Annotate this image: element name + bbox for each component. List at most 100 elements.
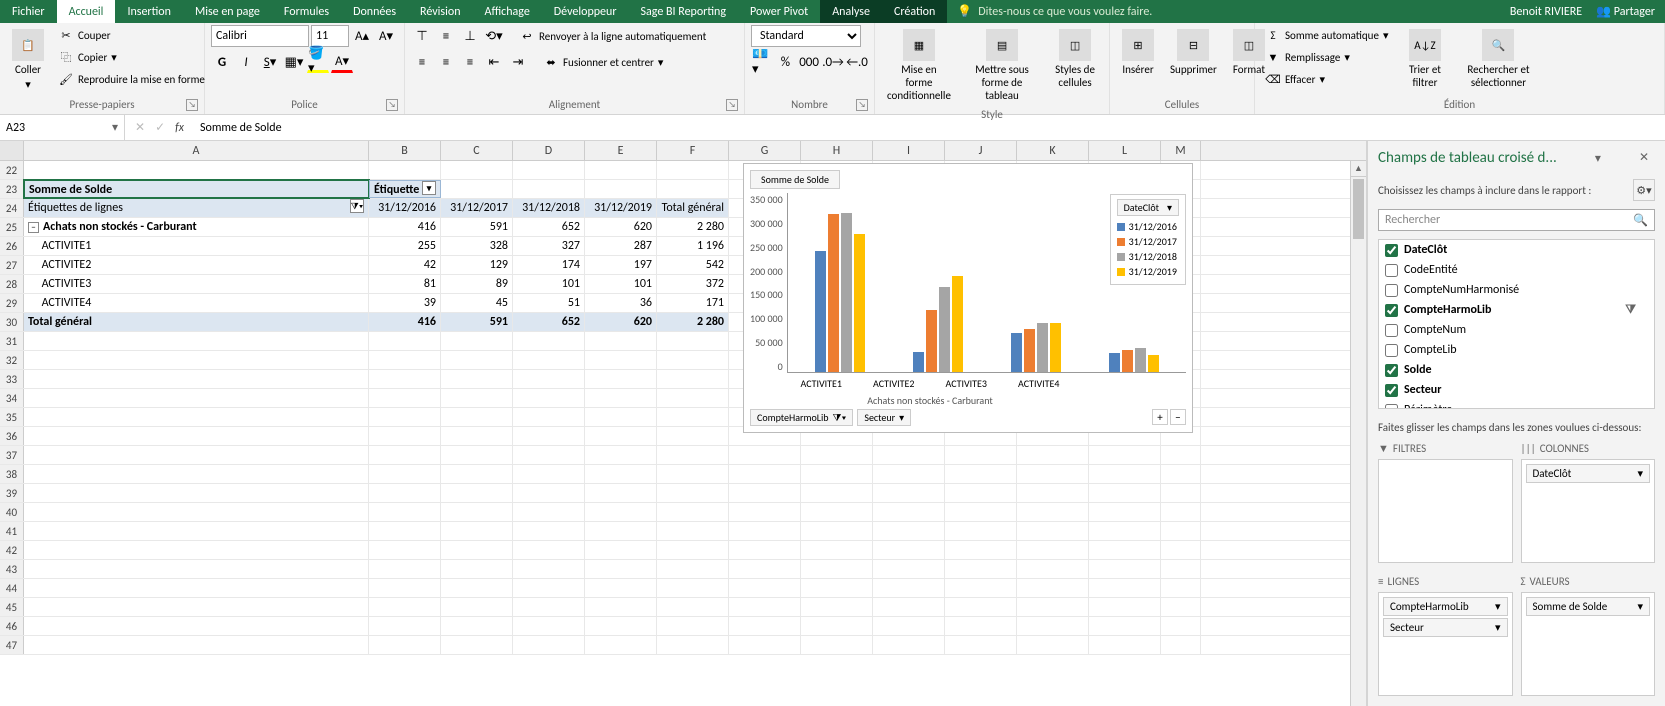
font-size-select[interactable]	[311, 25, 349, 47]
cell[interactable]	[1017, 579, 1089, 597]
cell[interactable]	[1161, 541, 1201, 559]
cell[interactable]	[1161, 579, 1201, 597]
name-box[interactable]: ▾	[0, 115, 125, 140]
cell[interactable]	[945, 541, 1017, 559]
cell[interactable]	[441, 522, 513, 540]
cell[interactable]	[657, 636, 729, 654]
row-field-secteur[interactable]: Secteur▾	[1383, 618, 1508, 637]
cell[interactable]	[873, 598, 945, 616]
field-comptenumharmonisé[interactable]: CompteNumHarmonisé	[1379, 280, 1654, 300]
user-name[interactable]: Benoit RIVIERE	[1510, 5, 1582, 19]
merge-center-button[interactable]: ⬌Fusionner et centrer ▾	[539, 51, 667, 73]
number-format-select[interactable]: Standard	[751, 25, 861, 47]
cell[interactable]: 620	[585, 218, 657, 236]
cell[interactable]	[24, 389, 369, 407]
italic-button[interactable]: I	[235, 51, 257, 73]
row-header[interactable]: 27	[0, 256, 24, 274]
cell[interactable]	[513, 446, 585, 464]
row-header[interactable]: 42	[0, 541, 24, 559]
cell[interactable]	[801, 503, 873, 521]
cell[interactable]	[441, 484, 513, 502]
cell[interactable]	[585, 351, 657, 369]
comma-button[interactable]: 000	[798, 51, 820, 73]
column-field-dateclot[interactable]: DateClôt▾	[1526, 464, 1651, 483]
cell[interactable]	[513, 370, 585, 388]
cell[interactable]: Total général	[657, 199, 729, 217]
sort-filter-button[interactable]: A↓ZTrier et filtrer	[1396, 25, 1453, 93]
column-header-h[interactable]: H	[801, 141, 873, 160]
cell[interactable]	[657, 180, 729, 198]
field-pane-dropdown[interactable]: ▾	[1595, 151, 1601, 166]
cell[interactable]	[24, 465, 369, 483]
scroll-thumb[interactable]	[1353, 179, 1364, 239]
row-header[interactable]: 47	[0, 636, 24, 654]
conditional-format-button[interactable]: ▦Mise en forme conditionnelle	[881, 25, 957, 106]
cell[interactable]	[729, 522, 801, 540]
tab-formules[interactable]: Formules	[272, 0, 341, 23]
chart-collapse-button[interactable]: −	[1170, 409, 1186, 425]
cell[interactable]	[729, 446, 801, 464]
cell[interactable]	[1089, 541, 1161, 559]
row-header[interactable]: 40	[0, 503, 24, 521]
row-header[interactable]: 39	[0, 484, 24, 502]
cell[interactable]	[873, 503, 945, 521]
cell[interactable]	[513, 579, 585, 597]
align-middle-button[interactable]: ≡	[435, 25, 457, 47]
cell[interactable]: −Achats non stockés - Carburant	[24, 218, 369, 236]
cell[interactable]	[1017, 617, 1089, 635]
cell[interactable]: ACTIVITE4	[24, 294, 369, 312]
cell[interactable]	[513, 484, 585, 502]
format-table-button[interactable]: ▤Mettre sous forme de tableau	[961, 25, 1043, 106]
cell[interactable]: 31/12/2017	[441, 199, 513, 217]
cell[interactable]	[369, 370, 441, 388]
bar[interactable]	[1148, 355, 1159, 372]
clipboard-dialog-launcher[interactable]: ↘	[186, 99, 198, 111]
cell[interactable]	[729, 636, 801, 654]
paste-button[interactable]: 📋 Coller▾	[6, 25, 50, 95]
cell[interactable]	[873, 636, 945, 654]
field-checkbox[interactable]	[1385, 364, 1398, 377]
cell[interactable]	[945, 446, 1017, 464]
row-header[interactable]: 31	[0, 332, 24, 350]
cell[interactable]	[24, 427, 369, 445]
cell[interactable]	[585, 579, 657, 597]
cell[interactable]	[1017, 636, 1089, 654]
cell[interactable]	[1089, 560, 1161, 578]
cell[interactable]	[513, 427, 585, 445]
cell[interactable]	[801, 446, 873, 464]
filters-drop-area[interactable]	[1378, 459, 1513, 563]
cell[interactable]	[657, 351, 729, 369]
cell[interactable]	[24, 522, 369, 540]
cell-styles-button[interactable]: ◫Styles de cellules	[1047, 25, 1103, 93]
orientation-button[interactable]: ⟲▾	[483, 25, 505, 47]
cell[interactable]	[873, 579, 945, 597]
font-name-select[interactable]	[211, 25, 309, 47]
cell[interactable]	[369, 636, 441, 654]
cell[interactable]	[1161, 522, 1201, 540]
cell[interactable]: 542	[657, 256, 729, 274]
cell[interactable]	[657, 161, 729, 179]
cell[interactable]	[1017, 541, 1089, 559]
autosum-button[interactable]: ΣSomme automatique ▾	[1261, 25, 1392, 45]
cell[interactable]	[1089, 598, 1161, 616]
cut-button[interactable]: ✂Couper	[54, 25, 209, 45]
cancel-formula-icon[interactable]: ✕	[135, 120, 145, 135]
select-all-corner[interactable]	[0, 141, 24, 160]
cell[interactable]	[1017, 446, 1089, 464]
cell[interactable]	[657, 389, 729, 407]
cell[interactable]	[657, 408, 729, 426]
cell[interactable]	[729, 503, 801, 521]
tab-creation[interactable]: Création	[882, 0, 947, 23]
cell[interactable]	[657, 465, 729, 483]
cell[interactable]	[1161, 503, 1201, 521]
decrease-decimal-button[interactable]: ←.0	[846, 51, 868, 73]
cell[interactable]	[729, 541, 801, 559]
field-secteur[interactable]: Secteur	[1379, 380, 1654, 400]
cell[interactable]	[441, 598, 513, 616]
cell[interactable]	[585, 180, 657, 198]
cell[interactable]: 652	[513, 313, 585, 331]
increase-decimal-button[interactable]: .0→	[822, 51, 844, 73]
cell[interactable]: 416	[369, 313, 441, 331]
cell[interactable]	[801, 465, 873, 483]
column-header-b[interactable]: B	[369, 141, 441, 160]
